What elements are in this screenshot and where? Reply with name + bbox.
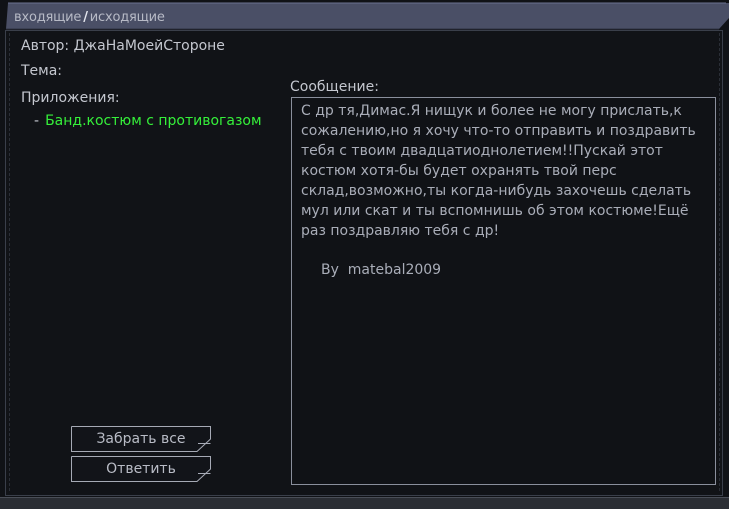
attachment-list-item: - Банд.костюм с противогазом [34,112,262,130]
author-label: Автор: ДжаНаМоейСтороне [21,38,225,54]
attachments-label: Приложения: [21,90,120,106]
subject-label: Тема: [21,63,63,79]
message-body-text: С др тя,Димас.Я нищук и более не могу пр… [301,103,701,239]
take-all-button-label: Забрать все [96,431,186,447]
tab-inbox[interactable]: входящие [14,10,81,25]
tab-outbox[interactable]: исходящие [90,10,165,25]
bottom-status-strip [0,497,729,509]
reply-button[interactable]: Ответить [71,456,211,482]
message-body-label: Сообщение: [290,79,379,95]
reply-button-label: Ответить [106,461,176,477]
mail-tab-bar: входящие / исходящие [0,0,729,30]
message-body-box[interactable]: С др тя,Димас.Я нищук и более не могу пр… [291,97,716,485]
message-signature: By matebal2009 [321,262,442,278]
attachment-item-link[interactable]: Банд.костюм с противогазом [45,113,261,129]
tab-separator: / [83,10,88,25]
mail-tabs: входящие / исходящие [14,10,165,26]
take-all-button[interactable]: Забрать все [71,426,211,452]
attachment-bullet: - [34,113,40,129]
